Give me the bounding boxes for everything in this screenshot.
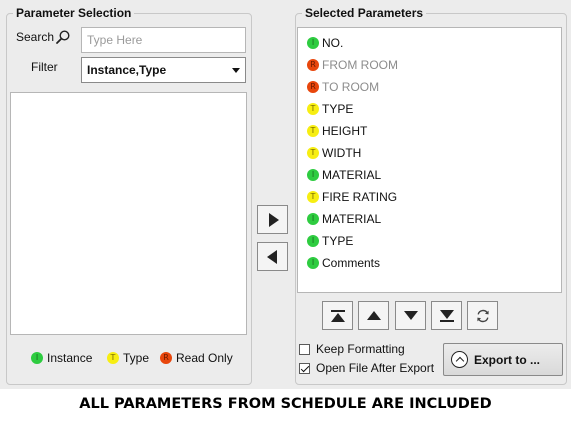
instance-badge-icon: I xyxy=(307,169,319,181)
readonly-badge-icon: R xyxy=(160,352,172,364)
move-down-button[interactable] xyxy=(395,301,426,330)
instance-badge-icon: I xyxy=(307,213,319,225)
selected-parameter-label: TO ROOM xyxy=(322,80,380,94)
move-to-bottom-button[interactable] xyxy=(431,301,462,330)
type-badge-icon: T xyxy=(107,352,119,364)
search-label: Search xyxy=(16,30,55,44)
refresh-icon xyxy=(476,309,489,322)
legend-instance: I Instance xyxy=(31,351,92,365)
selected-parameter-label: MATERIAL xyxy=(322,212,382,226)
selected-parameter-item[interactable]: T TYPE xyxy=(298,98,561,120)
filter-dropdown[interactable]: Instance,Type xyxy=(81,57,246,83)
selected-parameter-item[interactable]: I TYPE xyxy=(298,230,561,252)
instance-badge-icon: I xyxy=(307,37,319,49)
selected-parameters-title: Selected Parameters xyxy=(302,6,427,20)
move-down-icon xyxy=(403,311,418,320)
legend-type-label: Type xyxy=(123,351,150,365)
instance-badge-icon: I xyxy=(307,235,319,247)
selected-parameter-label: MATERIAL xyxy=(322,168,382,182)
selected-parameter-label: HEIGHT xyxy=(322,124,368,138)
move-bottom-icon xyxy=(439,309,454,322)
legend-type: T Type xyxy=(107,351,149,365)
instance-badge-icon: I xyxy=(31,352,43,364)
open-after-export-option[interactable]: Open File After Export xyxy=(299,361,434,375)
refresh-button[interactable] xyxy=(467,301,498,330)
search-input[interactable] xyxy=(81,27,246,53)
filter-selected-value: Instance,Type xyxy=(87,63,167,77)
selected-parameter-item[interactable]: I NO. xyxy=(298,32,561,54)
legend-readonly-label: Read Only xyxy=(176,351,233,365)
open-after-export-label: Open File After Export xyxy=(316,361,435,375)
legend-instance-label: Instance xyxy=(47,351,93,365)
selected-parameters-list[interactable]: I NO. R FROM ROOM R TO ROOM T TYPE T HEIGHT T WIDTH… xyxy=(297,27,562,293)
selected-parameter-item[interactable]: I MATERIAL xyxy=(298,164,561,186)
type-badge-icon: T xyxy=(307,125,319,137)
export-button[interactable]: Export to ... xyxy=(443,343,563,376)
selected-parameter-label: TYPE xyxy=(322,102,354,116)
readonly-badge-icon: R xyxy=(307,81,319,93)
parameter-selection-title: Parameter Selection xyxy=(13,6,135,20)
export-button-label: Export to ... xyxy=(474,352,540,367)
selected-parameter-item[interactable]: T HEIGHT xyxy=(298,120,561,142)
move-up-icon xyxy=(366,311,381,320)
magnifier-icon xyxy=(56,30,70,44)
chevron-up-circle-icon xyxy=(451,351,468,368)
move-to-top-button[interactable] xyxy=(322,301,353,330)
move-top-icon xyxy=(330,309,345,322)
selected-parameter-item[interactable]: T FIRE RATING xyxy=(298,186,561,208)
open-after-export-checkbox[interactable] xyxy=(299,362,310,374)
move-up-button[interactable] xyxy=(358,301,389,330)
chevron-down-icon xyxy=(232,67,240,73)
selected-parameter-label: FROM ROOM xyxy=(322,58,398,72)
selected-parameter-item[interactable]: R TO ROOM xyxy=(298,76,561,98)
keep-formatting-label: Keep Formatting xyxy=(316,342,405,356)
selected-parameter-item[interactable]: I MATERIAL xyxy=(298,208,561,230)
triangle-left-icon xyxy=(266,249,277,264)
selected-parameter-label: Comments xyxy=(322,256,381,270)
triangle-right-icon xyxy=(268,212,279,227)
selected-parameter-label: NO. xyxy=(322,36,344,50)
readonly-badge-icon: R xyxy=(307,59,319,71)
legend-readonly: R Read Only xyxy=(160,351,233,365)
selected-parameter-label: WIDTH xyxy=(322,146,362,160)
available-parameters-list[interactable] xyxy=(10,92,247,335)
remove-parameter-button[interactable] xyxy=(257,242,288,271)
type-badge-icon: T xyxy=(307,103,319,115)
selected-parameter-label: FIRE RATING xyxy=(322,190,398,204)
type-badge-icon: T xyxy=(307,147,319,159)
instance-badge-icon: I xyxy=(307,257,319,269)
filter-label: Filter xyxy=(31,60,58,74)
selected-parameter-item[interactable]: T WIDTH xyxy=(298,142,561,164)
export-dialog: Parameter Selection Search Filter Instan… xyxy=(0,0,571,389)
keep-formatting-checkbox[interactable] xyxy=(299,343,310,355)
type-badge-icon: T xyxy=(307,191,319,203)
add-parameter-button[interactable] xyxy=(257,205,288,234)
selected-parameter-item[interactable]: R FROM ROOM xyxy=(298,54,561,76)
caption-text: ALL PARAMETERS FROM SCHEDULE ARE INCLUDE… xyxy=(79,396,492,412)
selected-parameter-item[interactable]: I Comments xyxy=(298,252,561,274)
keep-formatting-option[interactable]: Keep Formatting xyxy=(299,342,405,356)
selected-parameter-label: TYPE xyxy=(322,234,354,248)
